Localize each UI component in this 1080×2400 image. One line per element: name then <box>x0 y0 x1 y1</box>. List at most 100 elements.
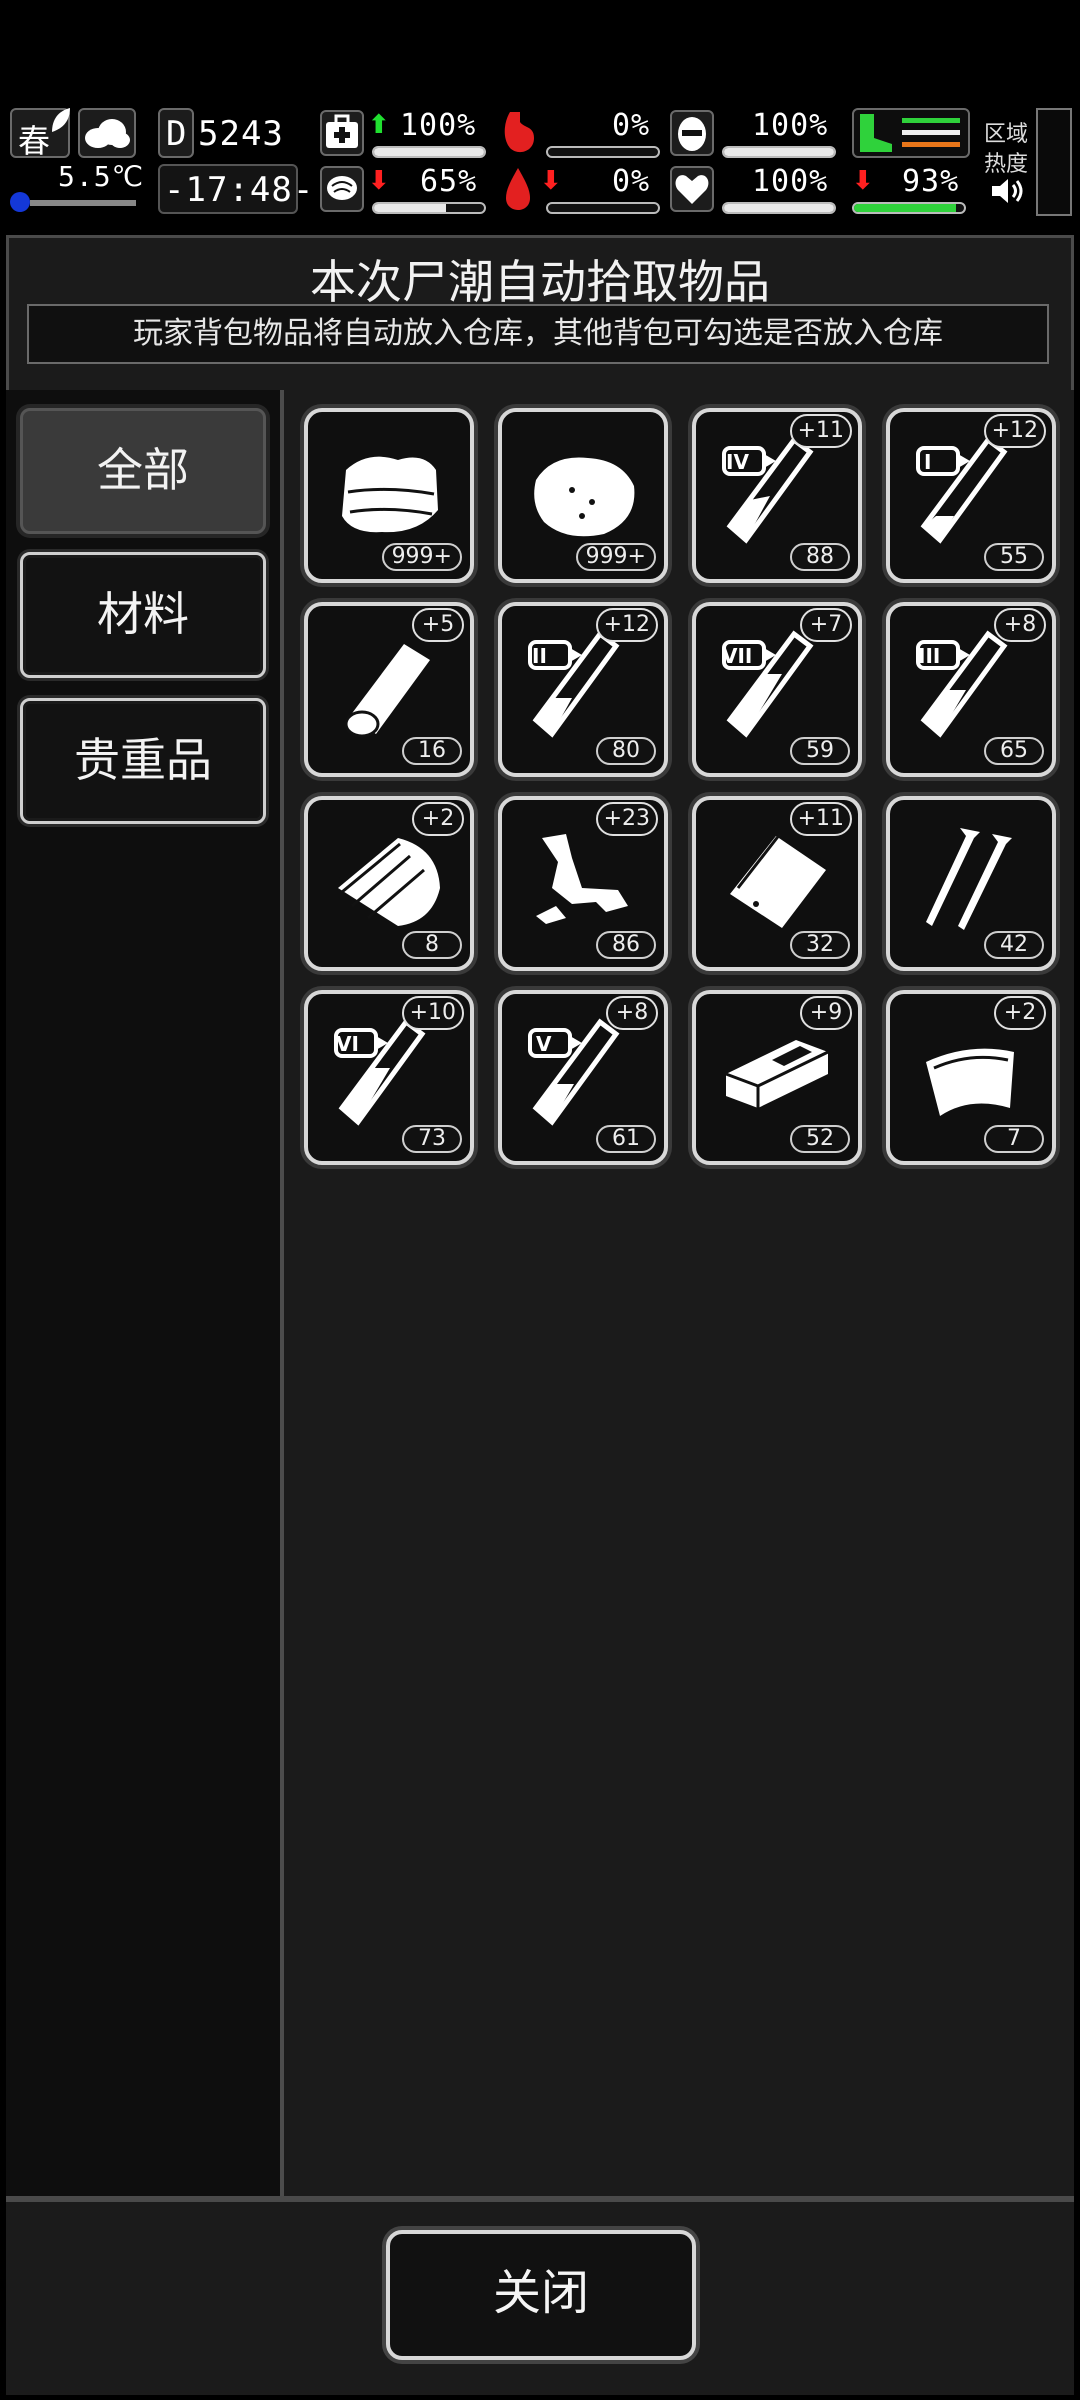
stomach-icon <box>496 108 540 162</box>
cloth-icon <box>342 456 438 533</box>
hunger-value: 0% <box>612 108 651 143</box>
meat-icon <box>534 457 635 537</box>
item-gain-badge: +11 <box>789 414 852 448</box>
item-count: 32 <box>790 931 850 959</box>
item-count: 16 <box>402 737 462 765</box>
item-slot[interactable]: 999+ <box>498 408 668 583</box>
time-readout: -17:48- <box>164 170 315 210</box>
armor-bar <box>722 146 836 158</box>
item-slot[interactable]: +9 52 <box>692 990 862 1165</box>
item-count: 8 <box>402 931 462 959</box>
item-gain-badge: +5 <box>412 608 464 642</box>
item-gain-badge: +2 <box>994 996 1046 1030</box>
item-slot[interactable]: +2 8 <box>304 796 474 971</box>
item-count: 42 <box>984 931 1044 959</box>
item-count: 55 <box>984 543 1044 571</box>
health-trend-up-icon: ⬆ <box>368 110 390 140</box>
item-slot[interactable]: +23 86 <box>498 796 668 971</box>
item-gain-badge: +8 <box>606 996 658 1030</box>
season-label: 春 <box>18 122 51 160</box>
sanity-trend-down-icon: ⬇ <box>368 166 390 196</box>
close-button[interactable]: 关闭 <box>386 2230 696 2360</box>
armor-value: 100% <box>752 108 829 143</box>
item-count: 80 <box>596 737 656 765</box>
item-count: 52 <box>790 1125 850 1153</box>
nails-icon <box>926 828 1012 930</box>
item-count: 73 <box>402 1125 462 1153</box>
item-count: 86 <box>596 931 656 959</box>
syringe-i-icon <box>916 436 1008 544</box>
item-count: 999+ <box>381 543 462 571</box>
item-slot[interactable]: +5 16 <box>304 602 474 777</box>
day-d-icon: D <box>158 108 194 158</box>
heart-icon <box>670 166 714 212</box>
item-slot[interactable]: V +8 61 <box>498 990 668 1165</box>
leather-icon <box>926 1048 1014 1116</box>
stamina-boot-panel <box>852 108 970 158</box>
category-materials-tab[interactable]: 材料 <box>20 552 266 678</box>
blood-bar <box>546 202 660 214</box>
item-gain-badge: +12 <box>595 608 658 642</box>
wood-plank-icon <box>338 838 440 926</box>
item-count: 88 <box>790 543 850 571</box>
item-count: 59 <box>790 737 850 765</box>
syringe-v-icon <box>528 1018 620 1126</box>
dialog-title: 本次尸潮自动拾取物品 <box>310 255 770 309</box>
item-gain-badge: +8 <box>994 608 1046 642</box>
item-gain-badge: +2 <box>412 802 464 836</box>
armor-icon <box>670 110 714 156</box>
temperature-track <box>30 200 136 206</box>
zone-heat-label-1: 区域 <box>984 122 1029 147</box>
blood-trend-down-icon: ⬇ <box>540 166 562 196</box>
item-slot[interactable]: II +12 80 <box>498 602 668 777</box>
item-slot[interactable]: +2 7 <box>886 990 1056 1165</box>
weather-cloud-icon <box>78 108 136 158</box>
tier-label: IV <box>726 450 749 474</box>
brick-icon <box>725 1040 829 1108</box>
health-value: 100% <box>400 108 477 143</box>
leaf-icon <box>48 106 74 140</box>
item-slot[interactable]: 42 <box>886 796 1056 971</box>
medkit-icon <box>320 110 364 156</box>
tier-label: V <box>536 1032 552 1056</box>
status-hud: 春 5.5℃ D 5243 -17:48- ⬆ 100% 0% 100% ⬇ 6… <box>0 0 1080 218</box>
temperature-readout: 5.5℃ <box>58 160 145 193</box>
item-grid: 999+ 999+ IV +11 88 I +12 55 +5 16 II +1… <box>284 390 1074 2196</box>
syringe-vii-icon <box>722 630 814 738</box>
item-count: 61 <box>596 1125 656 1153</box>
tier-label: VI <box>336 1032 359 1056</box>
item-slot[interactable]: I +12 55 <box>886 408 1056 583</box>
plastic-bag-icon <box>730 833 826 928</box>
blood-drop-icon <box>500 164 536 218</box>
hunger-bar <box>546 146 660 158</box>
item-slot[interactable]: 999+ <box>304 408 474 583</box>
zone-heat-meter <box>1036 108 1072 216</box>
blood-value: 0% <box>612 164 651 199</box>
item-slot[interactable]: IV +11 88 <box>692 408 862 583</box>
zone-heat-label-2: 热度 <box>984 152 1029 177</box>
category-valuables-tab[interactable]: 贵重品 <box>20 698 266 824</box>
item-slot[interactable]: III +8 65 <box>886 602 1056 777</box>
scrap-metal-icon <box>536 834 628 924</box>
sanity-bar <box>372 202 486 214</box>
item-slot[interactable]: VII +7 59 <box>692 602 862 777</box>
item-gain-badge: +9 <box>800 996 852 1030</box>
item-slot[interactable]: VI +10 73 <box>304 990 474 1165</box>
time-display: -17:48- <box>158 164 313 214</box>
category-all-tab[interactable]: 全部 <box>20 408 266 534</box>
mood-bar <box>722 202 836 214</box>
wood-log-icon <box>344 644 430 738</box>
item-slot[interactable]: +11 32 <box>692 796 862 971</box>
syringe-iii-icon <box>916 630 1008 738</box>
tier-label: II <box>532 644 547 668</box>
item-gain-badge: +10 <box>401 996 464 1030</box>
syringe-ii-icon <box>528 630 620 738</box>
speaker-icon[interactable] <box>990 176 1026 210</box>
tier-label: III <box>918 644 941 668</box>
category-sidebar: 全部 材料 贵重品 <box>6 390 284 2196</box>
stamina-bar <box>852 202 966 214</box>
stamina-trend-down-icon: ⬇ <box>852 166 874 196</box>
sanity-value: 65% <box>420 164 478 199</box>
item-gain-badge: +12 <box>983 414 1046 448</box>
brain-icon <box>320 166 364 212</box>
